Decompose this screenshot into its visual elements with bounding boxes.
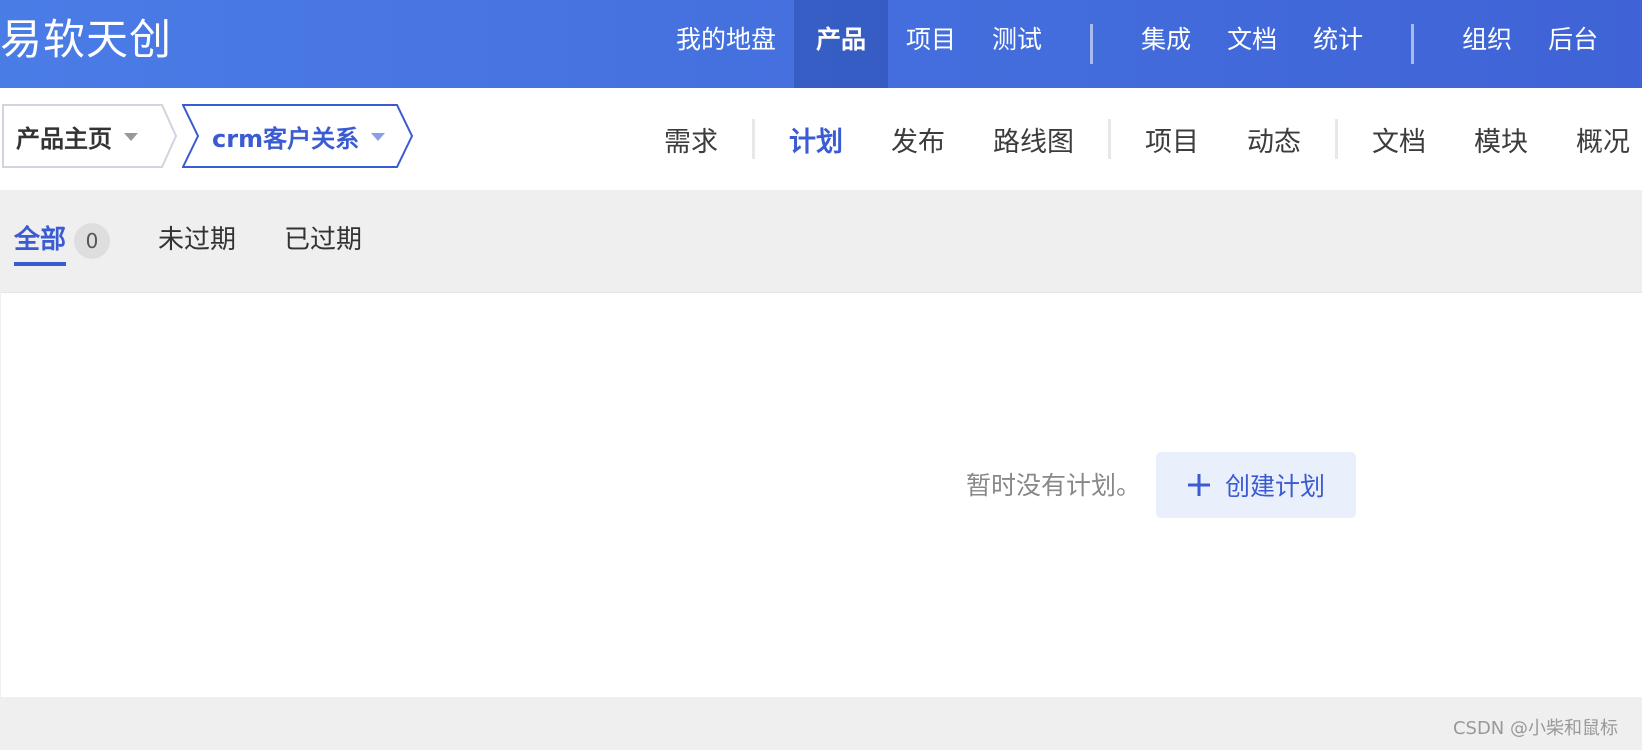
top-nav-item-integration[interactable]: 集成 [1123, 0, 1209, 88]
breadcrumb-product-label: crm客户关系 [212, 124, 360, 153]
top-nav-item-org[interactable]: 组织 [1444, 0, 1530, 88]
top-nav-item-admin[interactable]: 后台 [1530, 0, 1616, 88]
product-sub-bar: 产品主页 crm客户关系 需求 计划 发布 路线图 项目 动态 文档 模块 概况 [0, 88, 1642, 190]
create-plan-button-label: 创建计划 [1224, 472, 1325, 501]
breadcrumb-home-label: 产品主页 [16, 124, 112, 153]
sub-nav-item-activity[interactable]: 动态 [1223, 120, 1325, 159]
top-nav: 我的地盘 产品 项目 测试 集成 文档 统计 组织 后台 [658, 0, 1616, 88]
sub-nav-item-modules[interactable]: 模块 [1450, 120, 1552, 159]
breadcrumb-product-switcher[interactable]: crm客户关系 [182, 104, 414, 168]
tab-unexpired[interactable]: 未过期 [158, 220, 236, 268]
sub-nav-divider [1335, 119, 1338, 159]
sub-nav-divider [1108, 119, 1111, 159]
sub-nav-item-roadmap[interactable]: 路线图 [969, 120, 1098, 159]
sub-nav-divider [752, 119, 755, 159]
create-plan-button[interactable]: 创建计划 [1156, 452, 1356, 518]
top-nav-divider [1090, 24, 1094, 64]
tab-expired-label: 已过期 [284, 225, 363, 255]
sub-nav-item-project[interactable]: 项目 [1121, 120, 1223, 159]
top-nav-item-project[interactable]: 项目 [888, 0, 974, 88]
top-nav-divider [1411, 24, 1415, 64]
plan-list-panel [1, 292, 1642, 697]
top-nav-item-product[interactable]: 产品 [794, 0, 889, 88]
sub-nav-item-requirements[interactable]: 需求 [640, 120, 742, 159]
tab-all-label: 全部 [14, 220, 67, 266]
top-nav-bar: 易软天创 我的地盘 产品 项目 测试 集成 文档 统计 组织 后台 [0, 0, 1642, 88]
tab-all[interactable]: 全部 0 [14, 220, 111, 268]
chevron-down-icon [124, 133, 138, 141]
empty-state-message: 暂时没有计划。 [966, 471, 1142, 500]
watermark: CSDN @小柴和鼠标 [1452, 718, 1618, 739]
sub-nav-item-docs[interactable]: 文档 [1348, 120, 1450, 159]
product-sub-nav: 需求 计划 发布 路线图 项目 动态 文档 模块 概况 [640, 88, 1642, 190]
top-nav-item-docs[interactable]: 文档 [1209, 0, 1295, 88]
brand-logo[interactable]: 易软天创 [0, 0, 172, 80]
tab-expired[interactable]: 已过期 [284, 220, 362, 268]
sub-nav-item-release[interactable]: 发布 [867, 120, 969, 159]
tab-unexpired-label: 未过期 [158, 225, 237, 255]
count-badge: 0 [74, 223, 111, 259]
top-nav-item-stats[interactable]: 统计 [1295, 0, 1381, 88]
sub-nav-item-overview[interactable]: 概况 [1552, 120, 1642, 159]
plan-filter-tabs: 全部 0 未过期 已过期 [14, 220, 410, 272]
plus-icon [1187, 474, 1210, 496]
chevron-down-icon [371, 133, 386, 141]
top-nav-item-my-space[interactable]: 我的地盘 [658, 0, 794, 88]
top-nav-item-test[interactable]: 测试 [974, 0, 1060, 88]
breadcrumb-product-home[interactable]: 产品主页 [2, 104, 178, 168]
sub-nav-item-plan[interactable]: 计划 [765, 120, 867, 159]
